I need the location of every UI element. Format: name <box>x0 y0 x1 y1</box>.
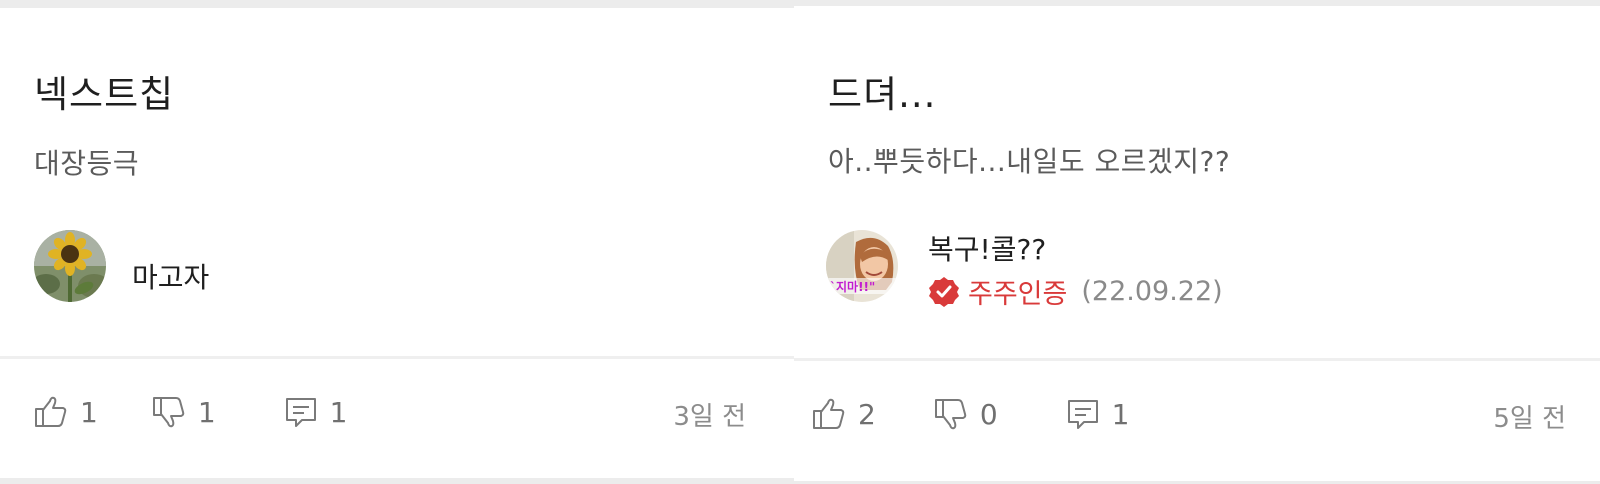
verified-date: (22.09.22) <box>1081 276 1223 307</box>
comment-button[interactable]: 1 <box>282 393 348 431</box>
author-name[interactable]: 마고자 <box>132 256 209 296</box>
avatar-caption: `지마!!" <box>830 279 875 294</box>
comment-button[interactable]: 1 <box>1064 395 1130 433</box>
post-card[interactable]: 드뎌... 아..뿌듯하다...내일도 오르겠지?? `지마!!" 복구!콜??… <box>794 6 1600 481</box>
verified-label: 주주인증 <box>968 279 1068 310</box>
author-name[interactable]: 복구!콜?? <box>928 228 1046 268</box>
shareholder-verification: 주주인증 (22.09.22) <box>928 272 1223 311</box>
thumbs-down-icon <box>934 399 967 430</box>
verified-badge-icon <box>929 276 959 307</box>
post-title[interactable]: 넥스트칩 <box>34 64 174 118</box>
post-body: 대장등극 <box>34 147 140 180</box>
dislike-count: 0 <box>979 397 998 431</box>
thumbs-up-icon <box>813 398 845 429</box>
divider <box>794 358 1600 361</box>
thumbs-up-icon <box>35 396 67 427</box>
post-time: 3일 전 <box>673 402 746 432</box>
post-actions: 2 0 1 5일 전 <box>794 384 1600 444</box>
comment-icon <box>1067 400 1098 429</box>
like-count: 2 <box>858 397 876 431</box>
thumbs-down-icon <box>152 397 185 428</box>
person-avatar-icon[interactable]: `지마!!" <box>826 230 898 302</box>
comment-icon <box>285 398 316 427</box>
sunflower-avatar-icon[interactable] <box>34 230 106 302</box>
dislike-button[interactable]: 1 <box>150 393 216 431</box>
like-button[interactable]: 2 <box>810 395 876 433</box>
post-title[interactable]: 드뎌... <box>828 64 936 118</box>
comment-count: 1 <box>1111 397 1130 431</box>
comment-count: 1 <box>329 395 348 429</box>
post-actions: 1 1 1 3일 전 <box>0 382 794 442</box>
dislike-button[interactable]: 0 <box>932 395 998 433</box>
post-time: 5일 전 <box>1493 404 1566 434</box>
post-card[interactable]: 넥스트칩 대장등극 마고자 1 1 1 3일 전 <box>0 8 794 478</box>
like-count: 1 <box>80 395 98 429</box>
post-body: 아..뿌듯하다...내일도 오르겠지?? <box>828 145 1231 178</box>
like-button[interactable]: 1 <box>32 393 98 431</box>
divider <box>0 356 794 359</box>
dislike-count: 1 <box>197 395 216 429</box>
